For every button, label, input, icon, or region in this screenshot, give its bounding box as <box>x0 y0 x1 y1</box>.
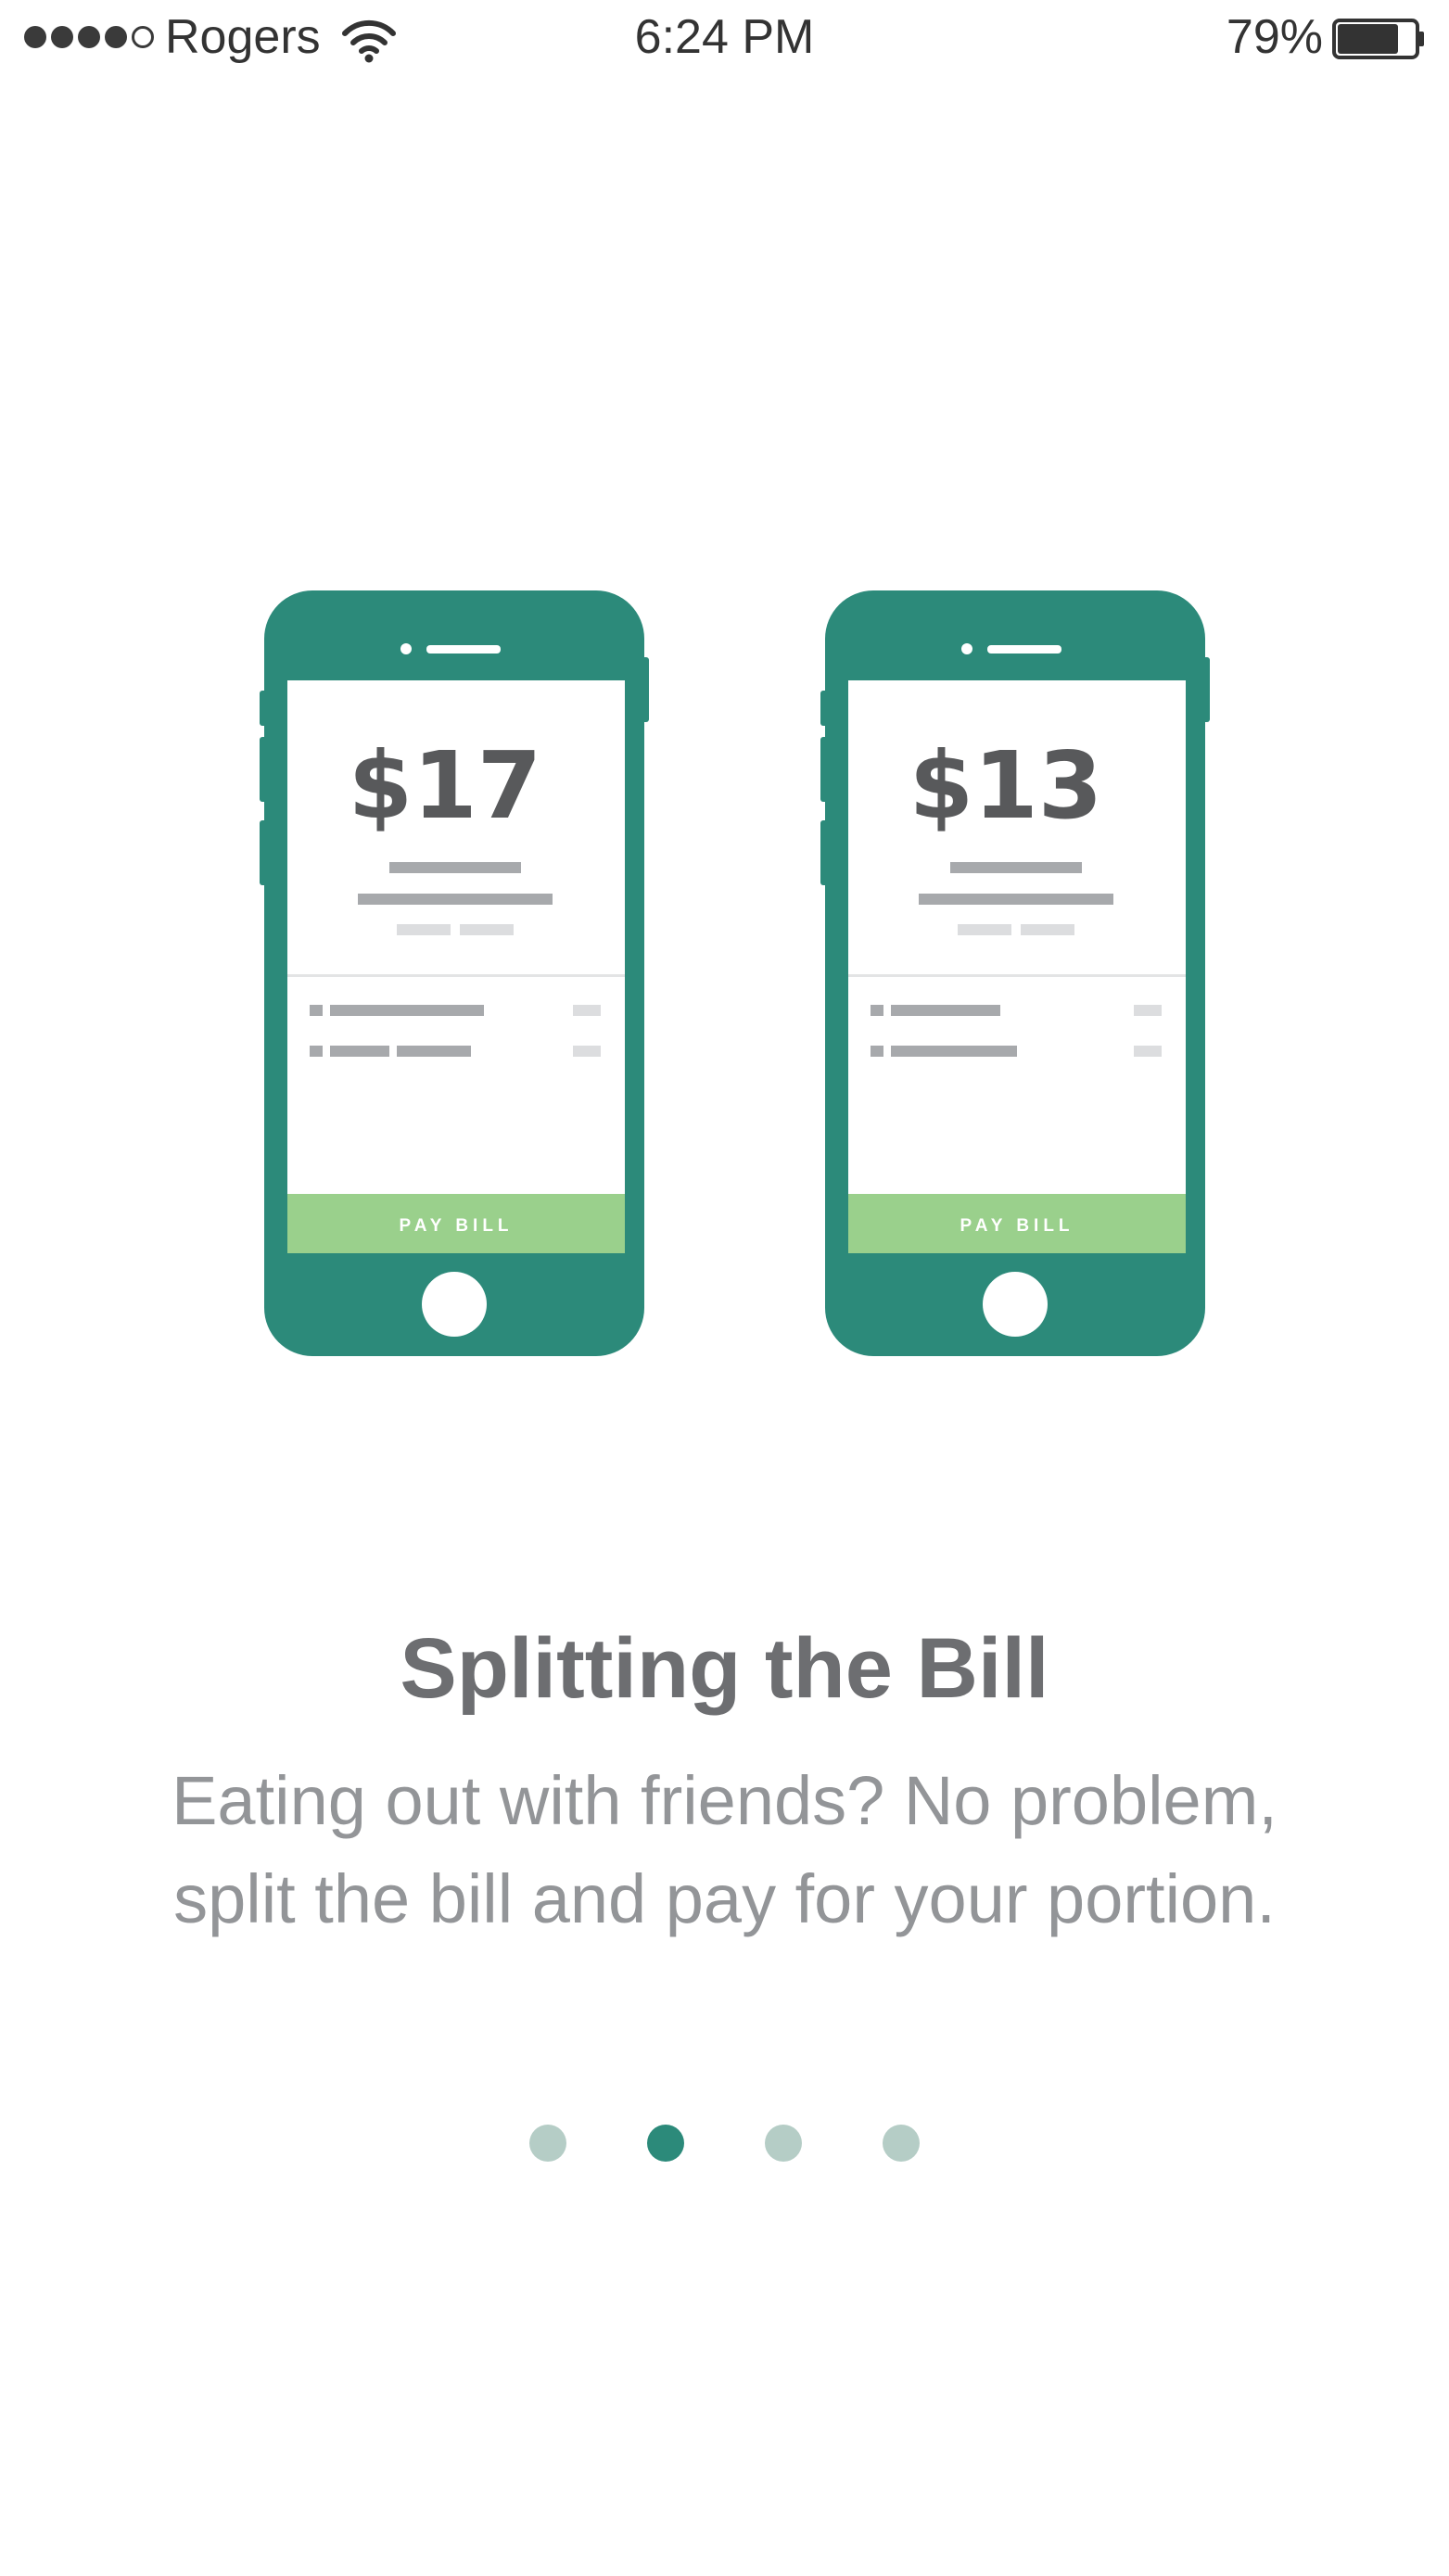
page-indicator <box>0 2125 1449 2162</box>
status-bar: Rogers 6:24 PM 79% <box>0 0 1449 80</box>
phone-illustration-right: $13 PAY BILL <box>820 590 1210 1356</box>
description-line: split the bill and pay for your portion. <box>173 1860 1276 1937</box>
bill-amount: $13 <box>909 731 1103 840</box>
page-dot-2[interactable] <box>647 2125 684 2162</box>
onboarding-description: Eating out with friends? No problem, spl… <box>93 1752 1356 1948</box>
pay-bill-label: PAY BILL <box>960 1216 1074 1236</box>
page-dot-3[interactable] <box>765 2125 802 2162</box>
phone-illustration-left: $17 PAY BILL <box>260 590 649 1356</box>
bill-amount: $17 <box>349 731 542 840</box>
pay-bill-label: PAY BILL <box>399 1216 513 1236</box>
battery-icon <box>1332 19 1424 59</box>
page-dot-4[interactable] <box>883 2125 920 2162</box>
description-line: Eating out with friends? No problem, <box>172 1762 1277 1839</box>
page-dot-1[interactable] <box>529 2125 566 2162</box>
onboarding-screen: Rogers 6:24 PM 79% $17 PAY BILL $13 PAY … <box>0 0 1449 2576</box>
battery-percentage: 79% <box>1226 10 1323 64</box>
onboarding-title: Splitting the Bill <box>400 1621 1049 1716</box>
